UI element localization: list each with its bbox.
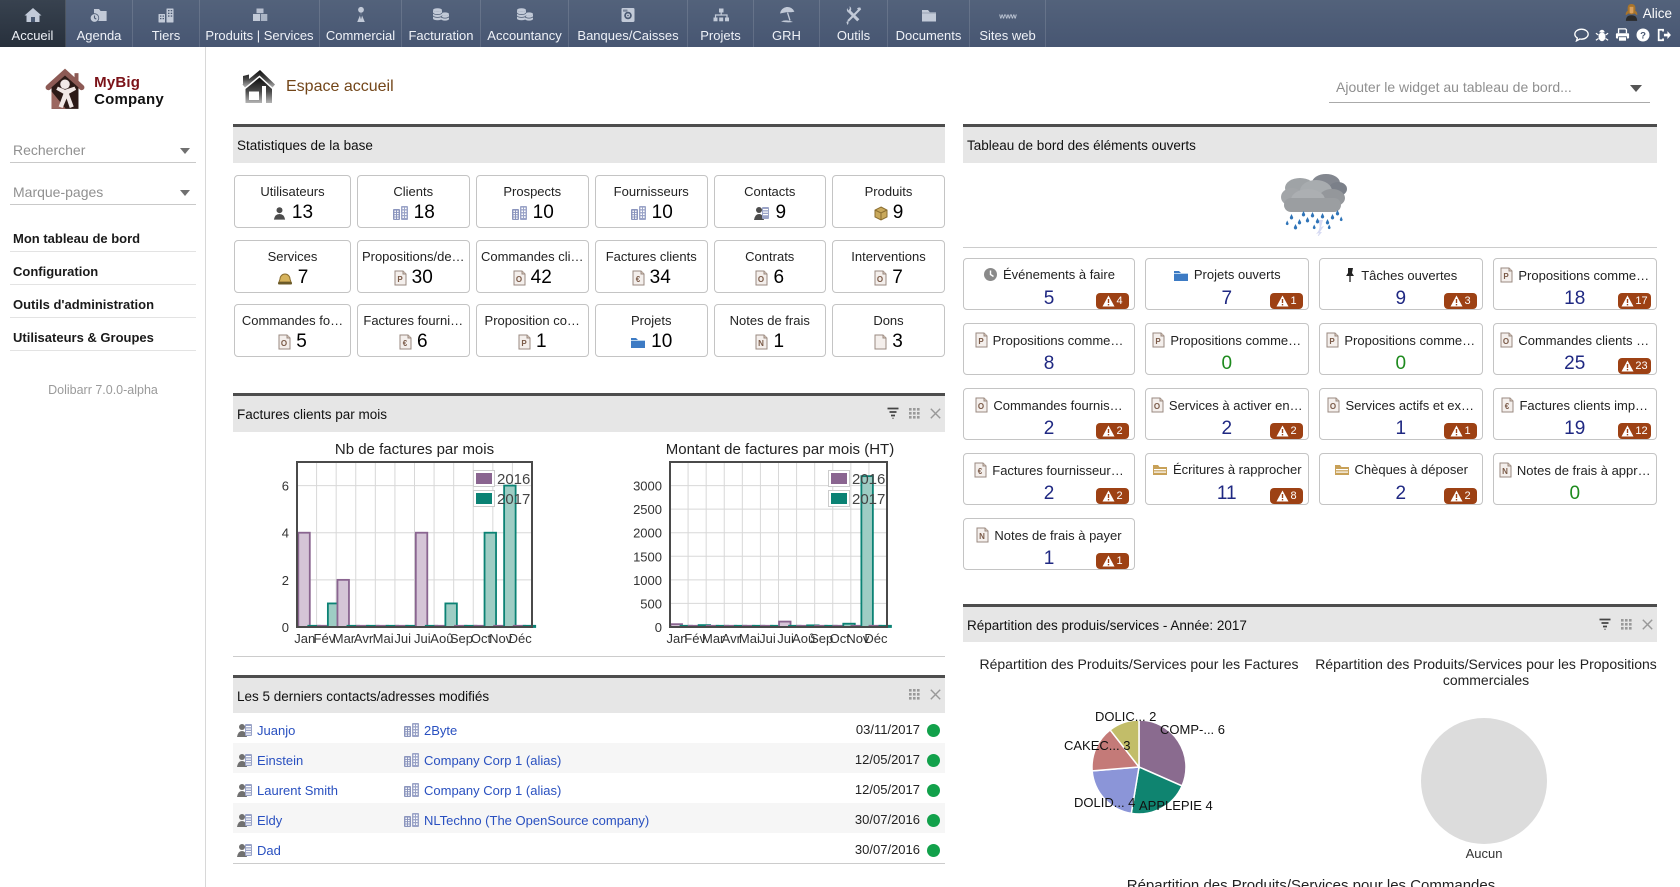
svg-text:2: 2 <box>282 573 289 588</box>
svg-text:O: O <box>877 275 883 284</box>
svg-text:Jan: Jan <box>294 631 315 646</box>
svg-text:0: 0 <box>282 620 289 635</box>
svg-text:2017: 2017 <box>852 491 885 508</box>
svg-text:€: € <box>978 467 983 476</box>
svg-text:6: 6 <box>282 479 289 494</box>
svg-text:N: N <box>1502 467 1508 476</box>
svg-text:Déc: Déc <box>864 631 888 646</box>
svg-text:Mai: Mai <box>373 631 394 646</box>
svg-text:P: P <box>978 337 984 346</box>
svg-text:Jui: Jui <box>759 631 776 646</box>
svg-text:Jui: Jui <box>414 631 431 646</box>
svg-text:0: 0 <box>655 620 662 635</box>
svg-text:2017: 2017 <box>497 491 530 508</box>
svg-text:www: www <box>998 12 1017 21</box>
svg-text:Jui: Jui <box>394 631 411 646</box>
svg-text:COMP-... 6: COMP-... 6 <box>1160 722 1225 737</box>
svg-text:O: O <box>1330 402 1336 411</box>
svg-text:O: O <box>1503 337 1509 346</box>
svg-text:Sep: Sep <box>450 631 473 646</box>
svg-text:2000: 2000 <box>633 526 662 541</box>
svg-text:2500: 2500 <box>633 502 662 517</box>
svg-text:DOLIC... 2: DOLIC... 2 <box>1095 709 1156 724</box>
svg-text:3000: 3000 <box>633 479 662 494</box>
svg-text:O: O <box>978 402 984 411</box>
svg-text:P: P <box>397 275 403 284</box>
svg-text:APPLEPIE 4: APPLEPIE 4 <box>1139 798 1213 813</box>
svg-text:500: 500 <box>640 596 662 611</box>
svg-text:Mar: Mar <box>333 631 356 646</box>
svg-text:P: P <box>1330 337 1336 346</box>
svg-text:€: € <box>635 275 640 284</box>
svg-text:2016: 2016 <box>497 471 530 488</box>
svg-text:2016: 2016 <box>852 471 885 488</box>
svg-text:€: € <box>403 339 408 348</box>
svg-text:N: N <box>759 339 765 348</box>
svg-text:1500: 1500 <box>633 549 662 564</box>
svg-text:Déc: Déc <box>509 631 533 646</box>
svg-text:Aucun: Aucun <box>1466 846 1503 861</box>
svg-text:O: O <box>516 275 522 284</box>
svg-text:P: P <box>1504 272 1510 281</box>
svg-text:N: N <box>980 532 986 541</box>
svg-text:DOLID... 4: DOLID... 4 <box>1074 795 1135 810</box>
svg-text:Avr: Avr <box>354 631 374 646</box>
svg-text:P: P <box>521 339 527 348</box>
svg-text:O: O <box>281 339 287 348</box>
svg-text:1000: 1000 <box>633 573 662 588</box>
svg-text:4: 4 <box>282 526 289 541</box>
svg-text:P: P <box>1156 337 1162 346</box>
svg-text:CAKEC... 3: CAKEC... 3 <box>1064 738 1130 753</box>
svg-text:€: € <box>1505 402 1510 411</box>
svg-text:?: ? <box>1640 31 1646 42</box>
svg-text:Mai: Mai <box>739 631 760 646</box>
svg-text:O: O <box>1154 402 1160 411</box>
svg-text:O: O <box>758 275 764 284</box>
